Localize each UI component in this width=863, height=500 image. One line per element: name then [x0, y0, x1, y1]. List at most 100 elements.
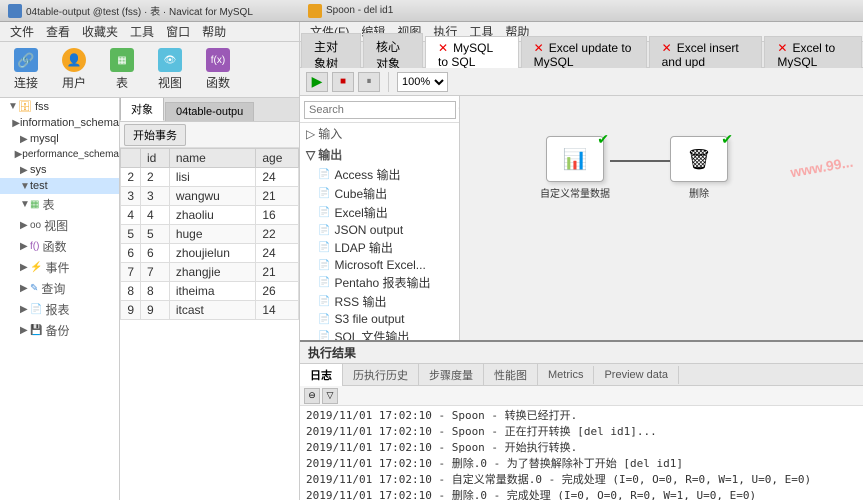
cell-age: 21 [256, 263, 299, 282]
menu-file[interactable]: 文件 [4, 23, 40, 40]
table-icon: ▦ [30, 199, 39, 210]
table-row[interactable]: 5 5 huge 22 [121, 225, 299, 244]
view-icon: 👁 [158, 48, 182, 72]
tree-item-icon: 📄 [318, 277, 330, 288]
left-panel: 04table-output @test (fss) · 表 · Navicat… [0, 0, 300, 500]
cell-age: 16 [256, 206, 299, 225]
tree-section-report[interactable]: ▶ 📄 报表 [0, 299, 119, 320]
col-id[interactable]: id [141, 149, 170, 168]
tree-label: performance_schema [22, 149, 119, 160]
tree-section-table[interactable]: ▼ ▦ 表 [0, 194, 119, 215]
tab-objects[interactable]: 对象 [120, 98, 164, 121]
input-tree-group[interactable]: ▷ 输入 [300, 123, 459, 144]
divider [388, 72, 389, 92]
table-row[interactable]: 3 3 wangwu 21 [121, 187, 299, 206]
exec-tab-preview[interactable]: Preview data [594, 366, 679, 384]
tab-close-icon[interactable]: ✕ [438, 41, 448, 55]
cell-id: 2 [141, 168, 170, 187]
canvas-node-delete[interactable]: 🗑 ✔ 删除 [670, 136, 728, 200]
menu-favorites[interactable]: 收藏夹 [76, 23, 124, 40]
output-tree-item[interactable]: 📄 Excel输出 [300, 203, 459, 222]
cell-age: 24 [256, 244, 299, 263]
cell-name: zhangjie [169, 263, 256, 282]
tree-section-oo[interactable]: ▶ oo 视图 [0, 215, 119, 236]
tree-item-test[interactable]: ▼ test [0, 178, 119, 194]
cell-name: wangwu [169, 187, 256, 206]
tab-close-icon[interactable]: ✕ [534, 41, 544, 55]
table-row[interactable]: 4 4 zhaoliu 16 [121, 206, 299, 225]
table-button[interactable]: ▦ 表 [100, 47, 144, 93]
col-age[interactable]: age [256, 149, 299, 168]
exec-tab-perf[interactable]: 性能图 [484, 364, 538, 386]
menu-help[interactable]: 帮助 [196, 23, 232, 40]
start-transaction-btn[interactable]: 开始事务 [124, 124, 186, 146]
check-icon: ✔ [597, 131, 609, 148]
tree-item-icon: 📄 [318, 207, 330, 218]
menu-view[interactable]: 查看 [40, 23, 76, 40]
search-input[interactable] [304, 101, 456, 119]
tree-root-fss[interactable]: ▼ 🗄 fss [0, 98, 119, 115]
table-scroll[interactable]: id name age 2 2 lisi 24 3 3 wangwu 21 4 … [120, 148, 299, 500]
arrow-icon: ▶ [20, 304, 30, 315]
connect-button[interactable]: 🔗 连接 [4, 47, 48, 93]
output-tree-item[interactable]: 📄SQL 文件输出 [300, 327, 459, 340]
tree-item-information[interactable]: ▶ information_schema [0, 115, 119, 131]
table-row[interactable]: 6 6 zhoujielun 24 [121, 244, 299, 263]
output-tree-item[interactable]: 📄Access 输出 [300, 165, 459, 184]
table-subtoolbar: 开始事务 [120, 122, 299, 148]
tab-output[interactable]: 04table-outpu [165, 102, 254, 121]
view-button[interactable]: 👁 视图 [148, 47, 192, 93]
cell-rownum: 9 [121, 301, 141, 320]
cell-age: 22 [256, 225, 299, 244]
tree-item-label: RSS 输出 [334, 293, 386, 310]
tree-section-query[interactable]: ▶ ✎ 查询 [0, 278, 119, 299]
tree-item-icon: 📄 [318, 314, 330, 325]
tree-section-backup[interactable]: ▶ 💾 备份 [0, 320, 119, 341]
output-tree-item[interactable]: 📄JSON output [300, 222, 459, 238]
exec-clear-btn[interactable]: ⊖ [304, 388, 320, 404]
cell-rownum: 7 [121, 263, 141, 282]
exec-tab-steps[interactable]: 步骤度量 [419, 364, 484, 386]
output-tree-item[interactable]: 📄 Pentaho 报表输出 [300, 273, 459, 292]
tree-item-mysql[interactable]: ▶ mysql [0, 131, 119, 147]
table-row[interactable]: 7 7 zhangjie 21 [121, 263, 299, 282]
tab-close-icon[interactable]: ✕ [662, 41, 672, 55]
tree-item-sys[interactable]: ▶ sys [0, 162, 119, 178]
exec-filter-btn[interactable]: ▽ [322, 388, 338, 404]
output-tree-group[interactable]: ▽ 输出 [300, 144, 459, 165]
output-tree-item[interactable]: 📄RSS 输出 [300, 292, 459, 311]
tree-item-label: Excel输出 [334, 204, 387, 221]
arrow-icon: ▶ [20, 262, 30, 273]
exec-tab-log[interactable]: 日志 [300, 364, 343, 386]
table-row[interactable]: 8 8 itheima 26 [121, 282, 299, 301]
func-button[interactable]: f(x) 函数 [196, 47, 240, 93]
arrow-icon: ▶ [12, 118, 20, 129]
menu-window[interactable]: 窗口 [160, 23, 196, 40]
tab-close-icon[interactable]: ✕ [777, 41, 787, 55]
canvas-node-custom-data[interactable]: 📊 ✔ 自定义常量数据 [540, 136, 610, 200]
pause-button[interactable]: ⏸ [358, 72, 380, 92]
user-button[interactable]: 👤 用户 [52, 47, 96, 93]
output-tree-item[interactable]: 📄Cube输出 [300, 184, 459, 203]
stop-button[interactable]: ■ [332, 72, 354, 92]
tree-item-performance[interactable]: ▶ performance_schema [0, 147, 119, 162]
col-name[interactable]: name [169, 149, 256, 168]
menu-tools[interactable]: 工具 [124, 23, 160, 40]
exec-tab-history[interactable]: 历执行历史 [343, 364, 419, 386]
output-tree-item[interactable]: 📄LDAP 输出 [300, 238, 459, 257]
table-row[interactable]: 9 9 itcast 14 [121, 301, 299, 320]
log-line: 2019/11/01 17:02:10 - Spoon - 转换已经打开. [306, 408, 857, 424]
table-row[interactable]: 2 2 lisi 24 [121, 168, 299, 187]
tree-section-func[interactable]: ▶ f() 函数 [0, 236, 119, 257]
zoom-select[interactable]: 100% 75% 50% 150% [397, 72, 448, 92]
table-area: 对象 04table-outpu 开始事务 id name age [120, 98, 299, 500]
cell-name: zhaoliu [169, 206, 256, 225]
output-tree-item[interactable]: 📄S3 file output [300, 311, 459, 327]
tree-item-label: Pentaho 报表输出 [334, 274, 430, 291]
exec-tab-metrics[interactable]: Metrics [538, 366, 594, 384]
canvas-area: 📊 ✔ 自定义常量数据 � [460, 96, 863, 340]
arrow-icon: ▶ [20, 325, 30, 336]
output-tree-item[interactable]: 📄Microsoft Excel... [300, 257, 459, 273]
play-button[interactable]: ▶ [306, 72, 328, 92]
tree-section-event[interactable]: ▶ ⚡ 事件 [0, 257, 119, 278]
